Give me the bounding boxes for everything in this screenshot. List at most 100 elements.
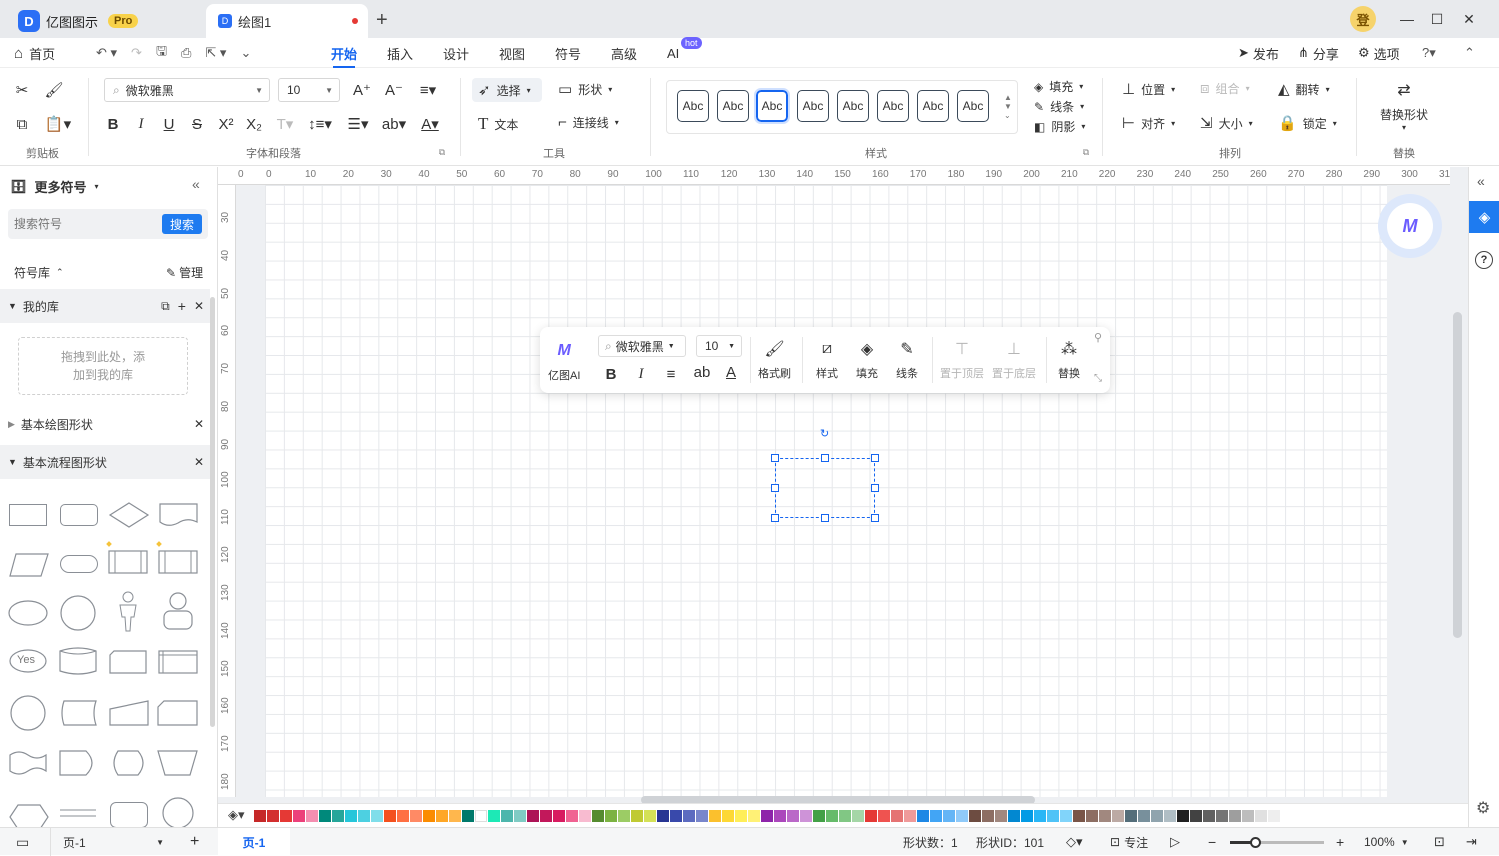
export-icon[interactable]: ⇱ ▾: [205, 45, 226, 61]
color-swatch[interactable]: [1216, 809, 1228, 822]
replace-button[interactable]: ⁂ 替换: [1058, 339, 1080, 381]
actor-shape[interactable]: [112, 591, 144, 633]
decision-shape[interactable]: [108, 501, 150, 529]
color-swatch[interactable]: [1151, 809, 1163, 822]
cut-icon[interactable]: ✂: [12, 80, 32, 100]
format-painter-icon[interactable]: 🖌: [44, 80, 64, 100]
more-icon[interactable]: ⌄: [240, 45, 251, 61]
zoom-out-icon[interactable]: −: [1208, 828, 1216, 856]
color-swatch[interactable]: [501, 809, 513, 822]
redo-icon[interactable]: ↷: [131, 45, 142, 61]
tab-view[interactable]: 视图: [499, 38, 525, 68]
help-button[interactable]: ?▾: [1422, 38, 1436, 68]
shape-tool[interactable]: ▭ 形状 ▾: [558, 80, 612, 98]
sidebar-scrollbar[interactable]: [210, 297, 215, 727]
color-swatch[interactable]: [683, 809, 695, 822]
decrease-font-icon[interactable]: A⁻: [384, 80, 404, 100]
predefined-process-shape[interactable]: [106, 541, 150, 577]
text-effect-icon[interactable]: ab: [692, 361, 712, 383]
style-swatch[interactable]: Abc: [837, 90, 869, 122]
help-icon[interactable]: ?: [1475, 251, 1493, 269]
color-swatch[interactable]: [839, 809, 851, 822]
color-swatch[interactable]: [280, 809, 292, 822]
color-swatch[interactable]: [826, 809, 838, 822]
color-swatch[interactable]: [748, 809, 760, 822]
user-shape[interactable]: [160, 591, 196, 633]
line-spacing-icon[interactable]: ↕≡▾: [306, 114, 334, 134]
color-swatch[interactable]: [709, 809, 721, 822]
new-tab-button[interactable]: +: [376, 9, 388, 32]
italic-icon[interactable]: I: [632, 363, 650, 385]
color-swatch[interactable]: [579, 809, 591, 822]
vertical-scrollbar[interactable]: [1453, 312, 1462, 638]
color-swatch[interactable]: [254, 809, 266, 822]
paste-icon[interactable]: 📋▾: [44, 114, 72, 134]
app-tab[interactable]: D 亿图图示 Pro: [8, 4, 204, 38]
tape-shape[interactable]: [8, 749, 50, 777]
off-page-shape[interactable]: [156, 699, 200, 727]
resize-handle[interactable]: [871, 514, 879, 522]
close-button[interactable]: ✕: [1456, 6, 1482, 32]
manual-operation-shape[interactable]: [156, 749, 200, 777]
collapse-ribbon-button[interactable]: ⌃: [1464, 38, 1475, 68]
document-shape[interactable]: [158, 501, 200, 529]
terminator-shape[interactable]: [60, 555, 98, 573]
pin-icon[interactable]: ⚲: [1094, 331, 1102, 344]
color-swatch[interactable]: [345, 809, 357, 822]
color-swatch[interactable]: [1034, 809, 1046, 822]
color-swatch[interactable]: [1021, 809, 1033, 822]
import-icon[interactable]: ⧉: [161, 299, 170, 314]
stored-data-shape[interactable]: [58, 699, 100, 727]
format-panel-icon[interactable]: ◈: [1469, 201, 1499, 233]
resize-handle[interactable]: [771, 514, 779, 522]
color-swatch[interactable]: [761, 809, 773, 822]
tab-ai[interactable]: AI hot: [667, 37, 702, 68]
color-swatch[interactable]: [982, 809, 994, 822]
color-swatch[interactable]: [384, 809, 396, 822]
format-painter-button[interactable]: 🖌 格式刷: [758, 339, 791, 381]
color-swatch[interactable]: [1060, 809, 1072, 822]
tab-start[interactable]: 开始: [331, 38, 357, 68]
strikethrough-icon[interactable]: S: [188, 114, 206, 134]
color-swatch[interactable]: [995, 809, 1007, 822]
expand-panel-icon[interactable]: «: [1477, 173, 1485, 189]
basic-flowchart-section[interactable]: ▼ 基本流程图形状 ✕: [0, 445, 210, 479]
color-swatch[interactable]: [670, 809, 682, 822]
rounded-box-shape[interactable]: [110, 802, 148, 827]
zoom-slider-thumb[interactable]: [1250, 837, 1261, 848]
internal-storage-shape[interactable]: [156, 541, 200, 577]
color-swatch[interactable]: [644, 809, 656, 822]
resize-handle[interactable]: [771, 484, 779, 492]
style-swatch[interactable]: Abc: [877, 90, 909, 122]
text-tool[interactable]: T 文本: [478, 114, 518, 134]
color-swatch[interactable]: [1047, 809, 1059, 822]
tab-advanced[interactable]: 高级: [611, 38, 637, 68]
subscript-icon[interactable]: X₂: [244, 114, 264, 134]
symbol-search-input[interactable]: [14, 213, 154, 235]
font-family-select[interactable]: ⌕ 微软雅黑 ▼: [104, 78, 270, 102]
table-shape[interactable]: [156, 645, 200, 677]
undo-icon[interactable]: ↶ ▾: [96, 45, 117, 61]
color-swatch[interactable]: [1008, 809, 1020, 822]
fit-page-icon[interactable]: ⊡: [1434, 828, 1445, 856]
close-icon[interactable]: ✕: [194, 455, 204, 469]
text-case-icon[interactable]: T▾: [272, 114, 298, 134]
color-swatch[interactable]: [813, 809, 825, 822]
align-icon[interactable]: ≡: [662, 363, 680, 385]
style-button[interactable]: ⧄ 样式: [816, 339, 838, 381]
circle-small-shape[interactable]: [158, 795, 198, 827]
page-tab[interactable]: 页-1: [218, 828, 290, 856]
color-swatch[interactable]: [1138, 809, 1150, 822]
ai-button[interactable]: M 亿图AI: [548, 341, 580, 383]
search-button[interactable]: 搜索: [162, 214, 202, 234]
font-color-icon[interactable]: A▾: [416, 114, 444, 134]
settings-gear-icon[interactable]: ⚙: [1476, 798, 1490, 818]
color-swatch[interactable]: [306, 809, 318, 822]
options-button[interactable]: ⚙ 选项: [1358, 38, 1400, 68]
home-button[interactable]: ⌂ 首页: [14, 38, 55, 68]
underline-icon[interactable]: U: [160, 114, 178, 134]
float-size-select[interactable]: 10 ▼: [696, 335, 742, 357]
color-swatch[interactable]: [267, 809, 279, 822]
color-swatch[interactable]: [1164, 809, 1176, 822]
share-button[interactable]: ⋔ 分享: [1298, 38, 1339, 68]
